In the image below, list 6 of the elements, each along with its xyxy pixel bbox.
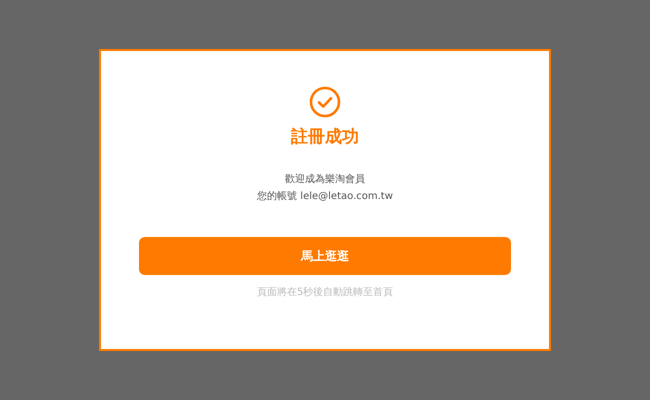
checkmark-circle-icon <box>309 86 341 118</box>
message-text: 您的帳號 lele@letao.com.tw <box>257 190 393 204</box>
dialog-title: 註冊成功 <box>291 126 359 148</box>
shop-now-button[interactable]: 馬上逛逛 <box>139 237 511 275</box>
redirect-note: 頁面將在5秒後自動跳轉至首頁 <box>256 286 394 299</box>
message-text: 歡迎成為樂淘會員 <box>285 172 365 187</box>
